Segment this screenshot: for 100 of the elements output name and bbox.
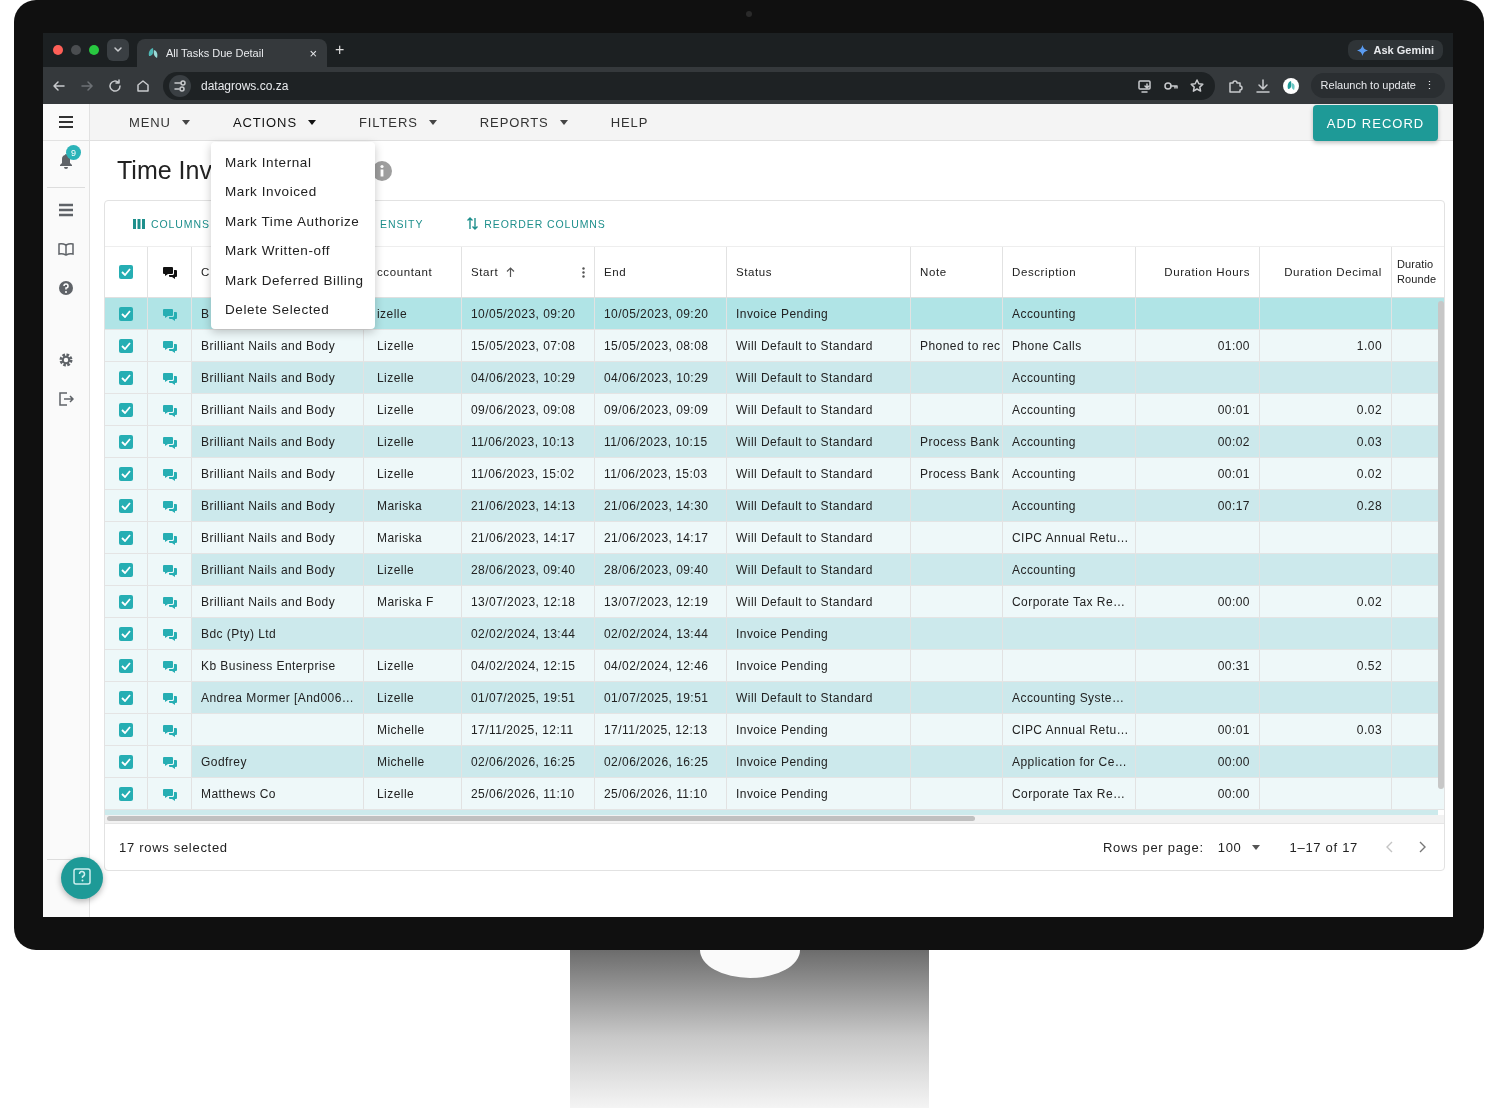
menu-bar-item[interactable]: ACTIONS: [232, 104, 316, 140]
checkbox[interactable]: [119, 530, 133, 545]
ask-gemini-button[interactable]: Ask Gemini: [1348, 40, 1443, 60]
settings-icon[interactable]: [58, 352, 74, 368]
dropdown-option[interactable]: Mark Invoiced: [211, 177, 375, 207]
checkbox[interactable]: [119, 690, 133, 705]
table-cell: Accounting: [1012, 434, 1076, 449]
table-cell: Matthews Co: [201, 786, 276, 801]
toolbar-button[interactable]: ENSITY: [380, 217, 424, 230]
column-header[interactable]: Start: [471, 266, 499, 278]
table-cell: Invoice Pending: [736, 306, 829, 321]
menu-bar-item[interactable]: FILTERS: [359, 104, 437, 140]
checkbox[interactable]: [119, 306, 133, 321]
menu-bar-item[interactable]: HELP: [610, 104, 649, 140]
toolbar-button[interactable]: REORDER COLUMNS: [467, 217, 606, 230]
browser-tab[interactable]: All Tasks Due Detail ×: [137, 39, 327, 67]
list-icon[interactable]: [58, 202, 74, 218]
checkbox[interactable]: [119, 338, 133, 353]
menu-bar-item[interactable]: MENU: [129, 104, 190, 140]
dropdown-option[interactable]: Mark Time Authorize: [211, 206, 375, 237]
dropdown-option[interactable]: Delete Selected: [211, 294, 375, 325]
comments-icon[interactable]: [162, 658, 177, 673]
help-chat-button[interactable]: [61, 857, 103, 899]
vertical-scrollbar[interactable]: [1438, 301, 1444, 789]
checkbox[interactable]: [119, 466, 133, 481]
home-icon[interactable]: [135, 77, 151, 94]
checkbox[interactable]: [119, 722, 133, 737]
checkbox[interactable]: [119, 626, 133, 641]
comments-icon[interactable]: [162, 594, 177, 609]
close-window-button[interactable]: [53, 45, 63, 55]
table-cell: Accounting: [1012, 466, 1076, 481]
table-cell: Accounting: [1012, 562, 1076, 577]
download-icon[interactable]: [1254, 77, 1271, 94]
checkbox[interactable]: [119, 498, 133, 513]
column-header[interactable]: Duration Decimal: [1284, 266, 1382, 278]
new-tab-button[interactable]: +: [335, 41, 345, 59]
menu-bar-item[interactable]: REPORTS: [479, 104, 568, 140]
checkbox[interactable]: [119, 786, 133, 801]
checkbox[interactable]: [119, 434, 133, 449]
check-icon: [121, 533, 131, 542]
site-settings-icon[interactable]: [172, 77, 188, 94]
minimize-window-button[interactable]: [71, 45, 81, 55]
tab-list-button[interactable]: [107, 39, 129, 61]
comments-icon[interactable]: [162, 498, 177, 513]
checkbox[interactable]: [119, 594, 133, 609]
star-icon[interactable]: [1188, 77, 1205, 94]
comments-icon[interactable]: [162, 402, 177, 417]
column-header[interactable]: ccountant: [377, 266, 433, 278]
table-cell: Phoned to rec: [920, 338, 1001, 353]
column-header[interactable]: Note: [920, 266, 947, 278]
horizontal-scrollbar[interactable]: [107, 816, 975, 821]
checkbox[interactable]: [119, 754, 133, 769]
column-header[interactable]: End: [604, 266, 627, 278]
close-tab-button[interactable]: ×: [309, 45, 317, 61]
logout-icon[interactable]: [58, 391, 74, 407]
menu-icon[interactable]: [58, 114, 74, 130]
checkbox[interactable]: [119, 658, 133, 673]
next-page-icon[interactable]: [1418, 841, 1426, 853]
chat-bubbles-icon: [162, 265, 177, 279]
comments-icon[interactable]: [162, 562, 177, 577]
reload-icon[interactable]: [107, 77, 123, 94]
book-icon[interactable]: [58, 241, 74, 257]
table-cell: Lizelle: [377, 338, 415, 353]
comments-icon[interactable]: [162, 306, 177, 321]
extension-icon[interactable]: [1226, 77, 1243, 94]
column-header[interactable]: Duration Hours: [1164, 266, 1250, 278]
comments-icon[interactable]: [162, 466, 177, 481]
dropdown-option[interactable]: Mark Written-off: [211, 236, 375, 266]
check-icon: [121, 405, 131, 414]
install-app-icon[interactable]: [1136, 77, 1153, 94]
column-header[interactable]: Description: [1012, 266, 1077, 278]
comments-icon[interactable]: [162, 626, 177, 641]
comments-icon[interactable]: [162, 722, 177, 737]
column-header[interactable]: C: [201, 266, 210, 278]
comments-icon[interactable]: [162, 530, 177, 545]
checkbox[interactable]: [119, 370, 133, 385]
checkbox[interactable]: [119, 402, 133, 417]
table-cell: Lizelle: [377, 562, 415, 577]
zoom-window-button[interactable]: [89, 45, 99, 55]
check-icon: [121, 373, 131, 382]
relaunch-button[interactable]: Relaunch to update ⋮: [1310, 73, 1445, 98]
column-header[interactable]: Status: [736, 266, 773, 278]
comments-icon[interactable]: [162, 786, 177, 801]
rows-per-page-select[interactable]: 100: [1217, 839, 1260, 855]
comments-icon[interactable]: [162, 434, 177, 449]
dropdown-option[interactable]: Mark Internal: [211, 148, 375, 178]
comments-icon[interactable]: [162, 690, 177, 705]
profile-avatar-icon[interactable]: [1282, 77, 1299, 94]
table-cell: Lizelle: [377, 434, 415, 449]
table-cell: Will Default to Standard: [736, 370, 873, 385]
help-circle-icon[interactable]: [58, 280, 74, 296]
table-cell: Will Default to Standard: [736, 594, 873, 609]
comments-icon[interactable]: [162, 338, 177, 353]
address-bar[interactable]: datagrows.co.za: [163, 71, 1215, 100]
checkbox[interactable]: [119, 562, 133, 577]
checkbox[interactable]: [119, 265, 133, 279]
comments-icon[interactable]: [162, 370, 177, 385]
dropdown-option[interactable]: Mark Deferred Billing: [211, 265, 375, 295]
comments-icon[interactable]: [162, 754, 177, 769]
column-header[interactable]: Duratio Rounde: [1397, 257, 1437, 287]
